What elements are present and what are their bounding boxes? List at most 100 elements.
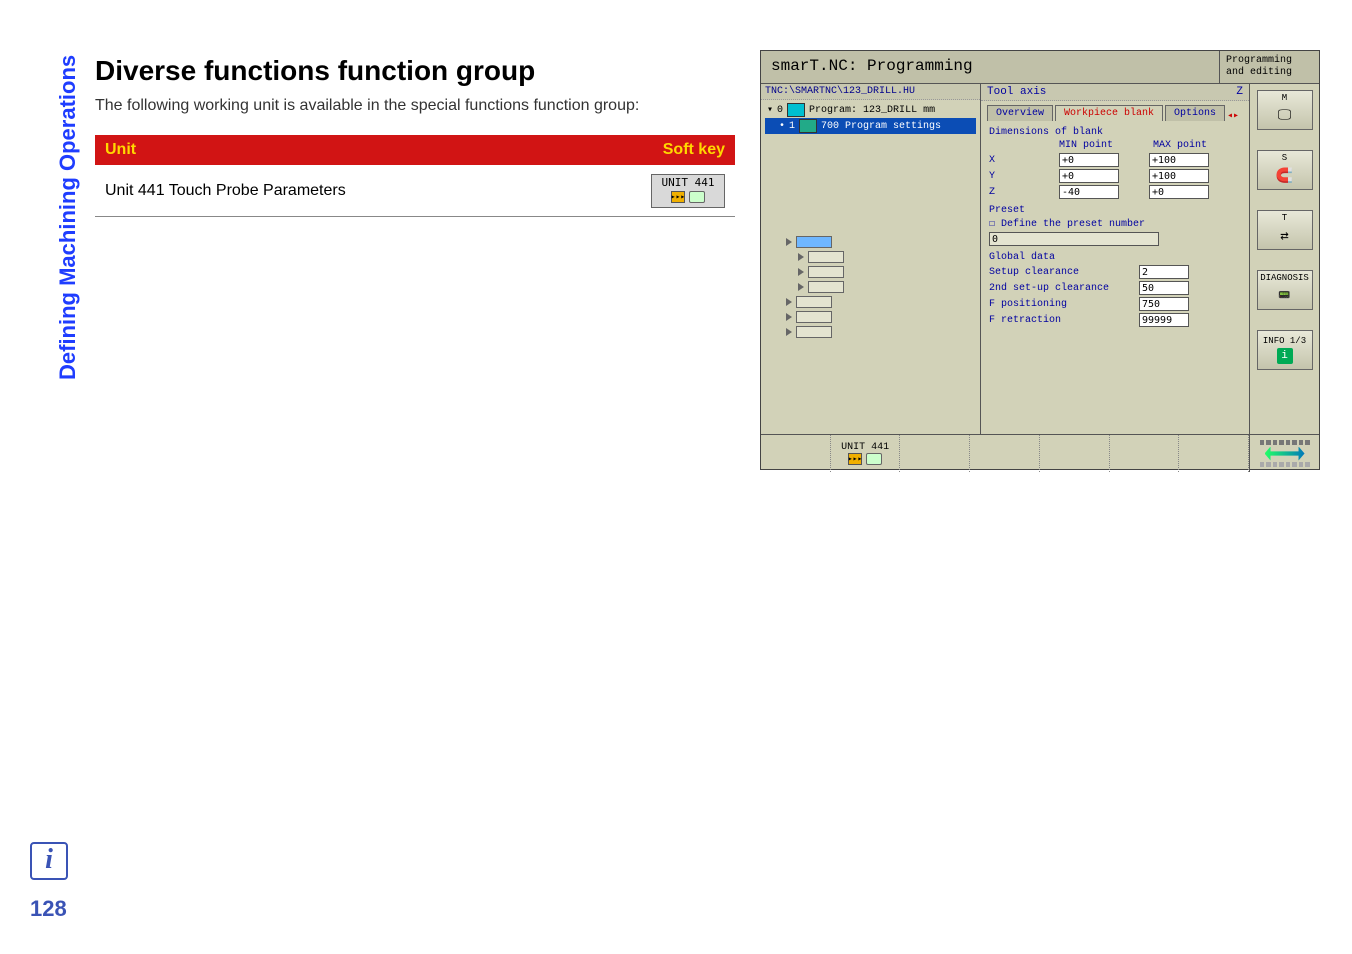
monitor-icon: 🖵 [1271, 105, 1299, 127]
chevron-right-icon [786, 328, 792, 336]
sidebar-section-title: Defining Machining Operations [55, 55, 81, 380]
softkey-cell: UNIT 441 ▸▸▸ [565, 165, 735, 217]
softkey-slot[interactable] [1040, 435, 1110, 472]
x-max-input[interactable] [1149, 153, 1209, 167]
preset-checkbox-label[interactable]: Define the preset number [1001, 219, 1145, 230]
m-button[interactable]: M 🖵 [1257, 90, 1313, 130]
dims-label: Dimensions of blank [989, 127, 1241, 138]
view-box [796, 326, 832, 338]
info-footer-icon: i [30, 842, 68, 880]
form-area: Dimensions of blank MIN point MAX point … [981, 121, 1249, 333]
mode-line1: Programming [1226, 55, 1313, 67]
swap-icon: ⇄ [1271, 225, 1299, 247]
view-box [808, 281, 844, 293]
view-item[interactable] [786, 311, 980, 323]
x-min-input[interactable] [1059, 153, 1119, 167]
settings-icon [799, 119, 817, 133]
preset-row: ☐ Define the preset number [989, 218, 1241, 230]
setup-clearance-row: Setup clearance [989, 265, 1241, 279]
chevron-right-icon [798, 268, 804, 276]
min-header: MIN point [1059, 140, 1113, 151]
file-path: TNC:\SMARTNC\123_DRILL.HU [761, 84, 980, 100]
unit-table: Unit Soft key Unit 441 Touch Probe Param… [95, 135, 735, 217]
second-clearance-label: 2nd set-up clearance [989, 283, 1139, 294]
info-label: INFO 1/3 [1263, 336, 1306, 346]
view-item[interactable] [786, 266, 980, 278]
unit-name: Unit 441 Touch Probe Parameters [95, 165, 565, 217]
f-retraction-input[interactable] [1139, 313, 1189, 327]
row-y: Y [989, 169, 1241, 183]
softkey-unit-441[interactable]: UNIT 441 ▸▸▸ [831, 435, 901, 472]
z-min-input[interactable] [1059, 185, 1119, 199]
page-title: Diverse functions function group [95, 55, 735, 87]
softkey-nav[interactable] [1249, 435, 1319, 472]
y-max-input[interactable] [1149, 169, 1209, 183]
view-box [808, 266, 844, 278]
preset-header: Preset [989, 205, 1241, 216]
program-tree-panel: TNC:\SMARTNC\123_DRILL.HU ▾ 0 Program: 1… [761, 84, 981, 434]
f-positioning-input[interactable] [1139, 297, 1189, 311]
view-item[interactable] [786, 251, 980, 263]
softkey-slot[interactable] [900, 435, 970, 472]
view-box [796, 311, 832, 323]
tool-axis-label: Tool axis [987, 86, 1236, 98]
col-headers: MIN point MAX point [989, 140, 1241, 151]
probe-icon [866, 453, 882, 465]
softkey-bar: UNIT 441 ▸▸▸ [761, 434, 1319, 472]
page-number: 128 [30, 896, 67, 922]
chevron-right-icon [798, 253, 804, 261]
preset-input[interactable] [989, 232, 1159, 246]
info-button[interactable]: INFO 1/3 i [1257, 330, 1313, 370]
t-button[interactable]: T ⇄ [1257, 210, 1313, 250]
tree-idx: 1 [789, 121, 795, 132]
view-box [796, 236, 832, 248]
tree-item-settings[interactable]: • 1 700 Program settings [765, 118, 976, 134]
setup-clearance-label: Setup clearance [989, 267, 1139, 278]
tree-label: 700 Program settings [821, 121, 941, 132]
tab-workpiece-blank[interactable]: Workpiece blank [1055, 105, 1163, 121]
info-icon: i [1277, 348, 1293, 364]
tab-overview[interactable]: Overview [987, 105, 1053, 121]
softkey-slot[interactable] [1179, 435, 1249, 472]
diag-icon: 📟 [1271, 285, 1299, 307]
softkey-slot[interactable] [1110, 435, 1180, 472]
diagnosis-button[interactable]: DIAGNOSIS 📟 [1257, 270, 1313, 310]
m-label: M [1282, 93, 1287, 103]
global-header: Global data [989, 252, 1241, 263]
view-item[interactable] [786, 296, 980, 308]
view-item[interactable] [786, 281, 980, 293]
col-header-softkey: Soft key [565, 135, 735, 165]
tree-item-program[interactable]: ▾ 0 Program: 123_DRILL mm [765, 102, 976, 118]
tool-icon: 🧲 [1271, 165, 1299, 187]
mode-line2: and editing [1226, 67, 1313, 79]
softkey-slot[interactable] [970, 435, 1040, 472]
softkey-slot[interactable] [761, 435, 831, 472]
f-positioning-label: F positioning [989, 299, 1139, 310]
z-max-input[interactable] [1149, 185, 1209, 199]
tree-idx: 0 [777, 105, 783, 116]
page-description: The following working unit is available … [95, 95, 735, 117]
cnc-screenshot: smarT.NC: Programming Programming and ed… [760, 50, 1320, 470]
s-button[interactable]: S 🧲 [1257, 150, 1313, 190]
tab-scroll-icon[interactable]: ◂▸ [1227, 110, 1241, 124]
second-clearance-input[interactable] [1139, 281, 1189, 295]
softkey-unit-441: UNIT 441 ▸▸▸ [651, 174, 725, 208]
softkey-label: UNIT 441 [841, 442, 889, 453]
y-min-input[interactable] [1059, 169, 1119, 183]
tool-axis-value: Z [1236, 86, 1243, 98]
tab-options[interactable]: Options [1165, 105, 1225, 121]
program-tree: ▾ 0 Program: 123_DRILL mm • 1 700 Progra… [761, 100, 980, 136]
diagnosis-label: DIAGNOSIS [1260, 273, 1309, 283]
view-box [796, 296, 832, 308]
t-label: T [1282, 213, 1287, 223]
setup-clearance-input[interactable] [1139, 265, 1189, 279]
y-label: Y [989, 171, 1059, 182]
view-item[interactable] [786, 326, 980, 338]
second-clearance-row: 2nd set-up clearance [989, 281, 1241, 295]
chevron-right-icon [798, 283, 804, 291]
chevron-right-icon [786, 298, 792, 306]
chevron-right-icon [786, 238, 792, 246]
main-content: Diverse functions function group The fol… [95, 55, 735, 217]
view-item[interactable] [786, 236, 980, 248]
row-x: X [989, 153, 1241, 167]
